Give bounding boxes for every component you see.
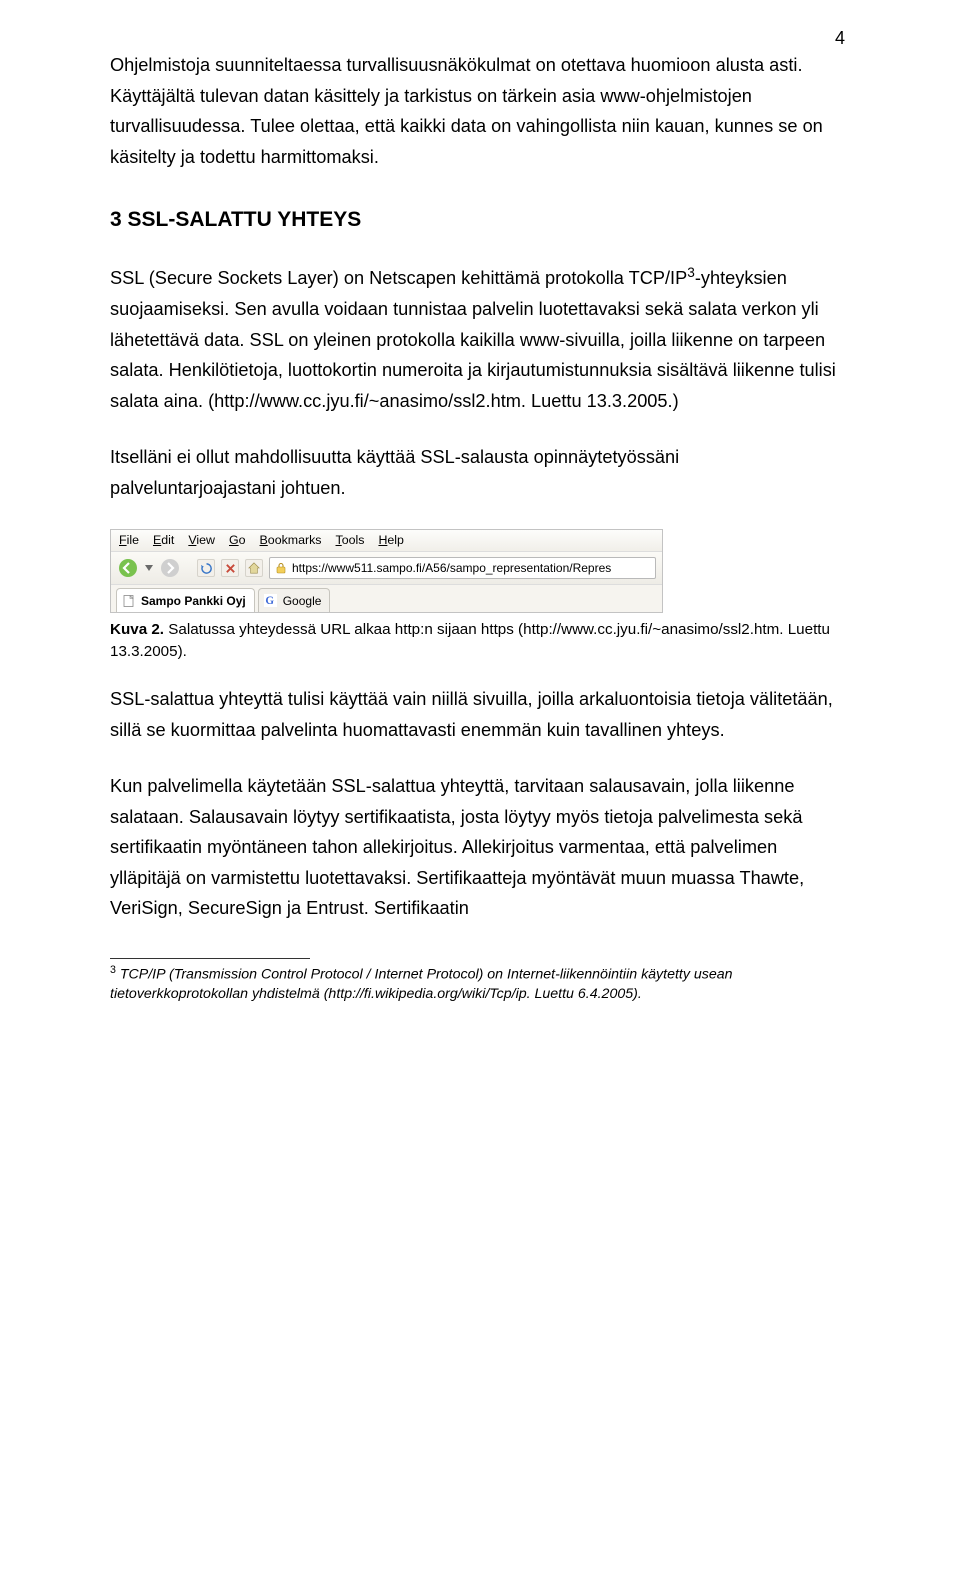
tab-label: Google	[283, 594, 322, 608]
forward-button[interactable]	[159, 557, 181, 579]
reload-button[interactable]	[197, 559, 215, 577]
page: 4 Ohjelmistoja suunniteltaessa turvallis…	[0, 0, 960, 1064]
menu-help[interactable]: Help	[378, 533, 404, 547]
figure-caption: Kuva 2. Salatussa yhteydessä URL alkaa h…	[110, 619, 850, 662]
footnote: 3 TCP/IP (Transmission Control Protocol …	[110, 963, 850, 1004]
browser-tabstrip: Sampo Pankki Oyj G Google	[111, 585, 662, 612]
menu-bookmarks[interactable]: Bookmarks	[260, 533, 322, 547]
tab-label: Sampo Pankki Oyj	[141, 594, 246, 608]
footnote-ref: 3	[687, 265, 695, 280]
back-button[interactable]	[117, 557, 139, 579]
browser-menubar: FFileile Edit View Go Bookmarks Tools He…	[111, 530, 662, 552]
address-url: https://www511.sampo.fi/A56/sampo_repres…	[292, 561, 611, 575]
menu-view[interactable]: View	[188, 533, 215, 547]
caption-text: Salatussa yhteydessä URL alkaa http:n si…	[110, 621, 830, 659]
paragraph-4: SSL-salattua yhteyttä tulisi käyttää vai…	[110, 684, 850, 745]
caption-prefix: Kuva 2.	[110, 621, 164, 638]
svg-text:G: G	[266, 596, 275, 608]
google-icon: G	[264, 594, 278, 608]
footnote-separator	[110, 958, 310, 959]
menu-edit[interactable]: Edit	[153, 533, 174, 547]
tab-sampo[interactable]: Sampo Pankki Oyj	[116, 588, 255, 612]
browser-toolbar: https://www511.sampo.fi/A56/sampo_repres…	[111, 552, 662, 585]
browser-screenshot: FFileile Edit View Go Bookmarks Tools He…	[110, 529, 663, 613]
back-dropdown-icon[interactable]	[145, 564, 153, 572]
footnote-text: TCP/IP (Transmission Control Protocol / …	[110, 967, 733, 1002]
page-number: 4	[835, 28, 845, 49]
paragraph-2: SSL (Secure Sockets Layer) on Netscapen …	[110, 262, 850, 416]
tab-google[interactable]: G Google	[258, 588, 331, 612]
paragraph-5: Kun palvelimella käytetään SSL-salattua …	[110, 771, 850, 924]
paragraph-1: Ohjelmistoja suunniteltaessa turvallisuu…	[110, 50, 850, 172]
section-heading: 3 SSL-SALATTU YHTEYS	[110, 208, 850, 232]
paragraph-2-b: -yhteyksien suojaamiseksi. Sen avulla vo…	[110, 268, 836, 410]
paragraph-2-a: SSL (Secure Sockets Layer) on Netscapen …	[110, 268, 687, 288]
paragraph-3: Itselläni ei ollut mahdollisuutta käyttä…	[110, 442, 850, 503]
page-icon	[122, 594, 136, 608]
stop-button[interactable]	[221, 559, 239, 577]
menu-go[interactable]: Go	[229, 533, 246, 547]
menu-tools[interactable]: Tools	[336, 533, 365, 547]
home-button[interactable]	[245, 559, 263, 577]
lock-icon	[274, 561, 288, 575]
address-bar[interactable]: https://www511.sampo.fi/A56/sampo_repres…	[269, 557, 656, 579]
menu-file[interactable]: FFileile	[119, 533, 139, 547]
